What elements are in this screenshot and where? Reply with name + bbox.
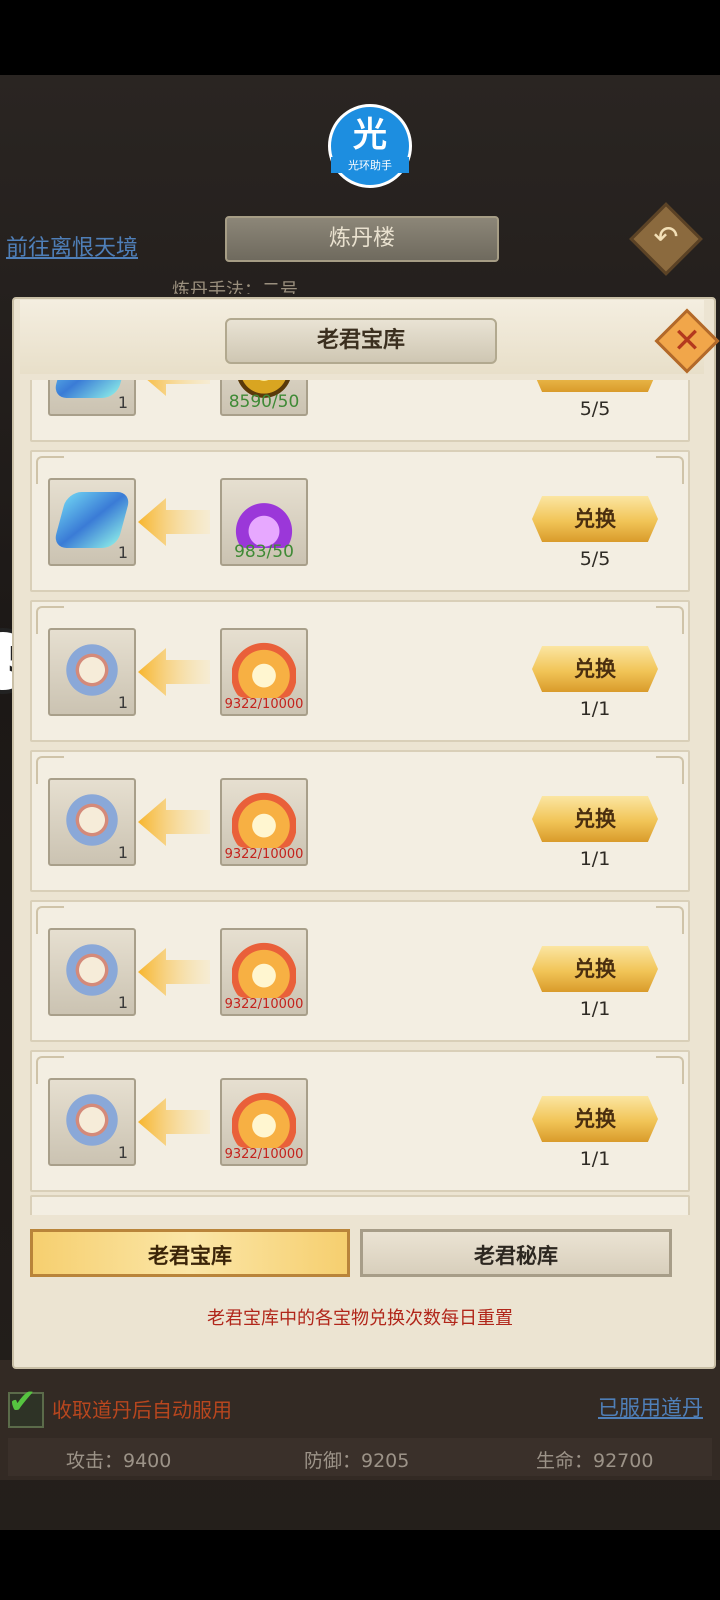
exchange-count: 1/1 — [579, 998, 611, 1020]
reward-qty: 1 — [117, 1143, 128, 1162]
exchange-button[interactable]: 兑换 — [532, 796, 658, 842]
cost-progress: 9322/10000 — [224, 697, 304, 712]
close-icon: ✕ — [672, 321, 702, 361]
cost-item-icon — [232, 642, 296, 698]
exchange-arrow-icon — [147, 380, 210, 396]
corner-ornament — [656, 456, 684, 484]
reward-item-slot[interactable]: 1 — [48, 478, 136, 566]
overlay-logo: 光 光环助手 — [328, 104, 412, 188]
technique-label: 炼丹手法：二号 — [172, 280, 298, 294]
logo-text: 光环助手 — [331, 157, 409, 173]
cost-item-slot[interactable]: 9322/10000 — [220, 1078, 308, 1166]
cost-item-icon — [232, 492, 296, 548]
cost-item-slot[interactable]: 9322/10000 — [220, 928, 308, 1016]
stat-life: 生命：92700 — [536, 1450, 654, 1472]
exchange-arrow-icon — [138, 798, 210, 846]
alchemy-tower-title: 炼丹楼 — [225, 216, 499, 262]
check-icon: ✔ — [8, 1382, 37, 1422]
reward-qty: 1 — [117, 693, 128, 712]
exchange-button[interactable]: 兑换 — [532, 646, 658, 692]
go-realm-link[interactable]: 前往离恨天境 — [6, 230, 138, 262]
exchange-row: 1 983/50 兑换 5/5 — [30, 450, 690, 592]
exchange-button[interactable]: 兑换 — [532, 1096, 658, 1142]
corner-ornament — [656, 906, 684, 934]
exchange-arrow-icon — [138, 1098, 210, 1146]
exchange-count: 1/1 — [579, 698, 611, 720]
exchange-button[interactable]: 兑换 — [532, 946, 658, 992]
auto-use-label: 收取道丹后自动服用 — [52, 1398, 232, 1422]
exchange-row: 1 9322/10000 兑换 1/1 — [30, 1050, 690, 1192]
stat-defense: 防御：9205 — [304, 1450, 410, 1472]
exchange-row-partial — [30, 1195, 690, 1215]
reward-item-slot[interactable]: 1 — [48, 628, 136, 716]
cost-item-icon — [232, 1092, 296, 1148]
corner-ornament — [656, 606, 684, 634]
exchange-arrow-icon — [138, 648, 210, 696]
exchange-row: 1 9322/10000 兑换 1/1 — [30, 600, 690, 742]
cost-progress: 983/50 — [234, 542, 294, 562]
exchange-list[interactable]: 1 8590/50 兑换 5/5 1 983/50 兑换 5/5 1 9322/10000 兑换 1/… — [30, 380, 694, 1215]
cost-progress: 9322/10000 — [224, 847, 304, 862]
exchange-count: 5/5 — [579, 548, 611, 570]
exchange-row: 1 8590/50 兑换 5/5 — [30, 380, 690, 442]
stat-attack: 攻击：9400 — [66, 1450, 172, 1472]
reward-qty: 1 — [117, 393, 128, 412]
reward-item-icon — [52, 492, 132, 548]
reset-notice: 老君宝库中的各宝物兑换次数每日重置 — [207, 1308, 513, 1329]
reward-qty: 1 — [117, 843, 128, 862]
tab-laojun-secret-vault[interactable]: 老君秘库 — [360, 1229, 672, 1277]
exchange-row: 1 9322/10000 兑换 1/1 — [30, 900, 690, 1042]
cost-progress: 9322/10000 — [224, 1147, 304, 1162]
reward-item-slot[interactable]: 1 — [48, 928, 136, 1016]
exchange-count: 1/1 — [579, 1148, 611, 1170]
exchange-arrow-icon — [138, 948, 210, 996]
cost-item-slot[interactable]: 9322/10000 — [220, 628, 308, 716]
corner-ornament — [656, 1056, 684, 1084]
cost-progress: 8590/50 — [228, 392, 300, 412]
used-pills-link[interactable]: 已服用道丹 — [598, 1392, 703, 1422]
logo-glyph: 光 — [353, 115, 387, 155]
exchange-row: 1 9322/10000 兑换 1/1 — [30, 750, 690, 892]
reward-item-slot[interactable]: 1 — [48, 778, 136, 866]
exchange-count: 1/1 — [579, 848, 611, 870]
reward-qty: 1 — [117, 993, 128, 1012]
tab-laojun-treasury[interactable]: 老君宝库 — [30, 1229, 350, 1277]
cost-item-slot[interactable]: 983/50 — [220, 478, 308, 566]
exchange-arrow-icon — [138, 498, 210, 546]
reward-qty: 1 — [117, 543, 128, 562]
reward-item-icon — [60, 942, 124, 998]
cost-item-icon — [232, 942, 296, 998]
exchange-button[interactable]: 兑换 — [532, 380, 658, 392]
exchange-button[interactable]: 兑换 — [532, 496, 658, 542]
reward-item-slot[interactable]: 1 — [48, 1078, 136, 1166]
cost-item-slot[interactable]: 9322/10000 — [220, 778, 308, 866]
cost-item-icon — [232, 792, 296, 848]
reward-item-icon — [60, 1092, 124, 1148]
back-arrow-icon: ↶ — [653, 220, 679, 255]
reward-item-icon — [60, 792, 124, 848]
dialog-title: 老君宝库 — [225, 318, 497, 364]
reward-item-icon — [60, 642, 124, 698]
exchange-count: 5/5 — [579, 398, 611, 420]
reward-item-slot[interactable]: 1 — [48, 380, 136, 416]
cost-progress: 9322/10000 — [224, 997, 304, 1012]
corner-ornament — [656, 756, 684, 784]
cost-item-slot[interactable]: 8590/50 — [220, 380, 308, 416]
